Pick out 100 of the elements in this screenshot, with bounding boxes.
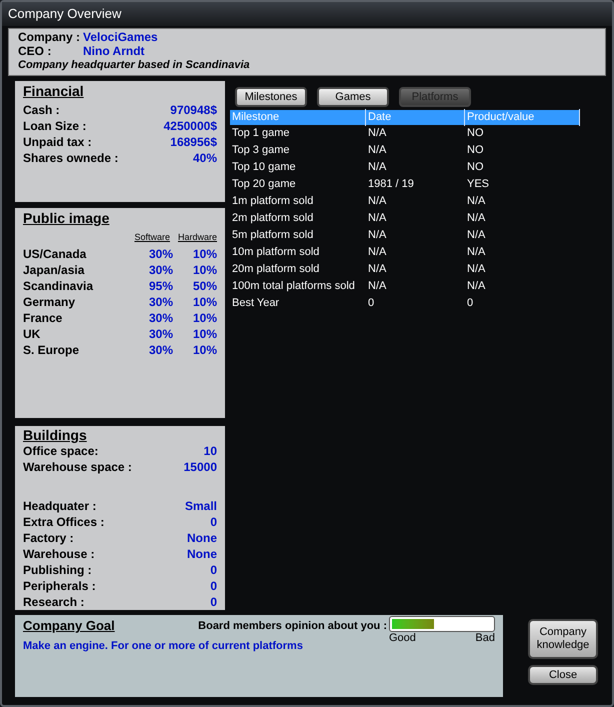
button[interactable]: Company knowledge [528,619,598,659]
software-value: 30% [148,246,173,262]
table-cell-text: N/A [466,194,486,210]
region-label: Japan/asia [23,262,86,278]
table-cell-text: N/A [367,194,388,210]
section-title: Financial [23,82,84,100]
region-label: Scandinavia [23,278,94,294]
field-value: 168956$ [170,134,217,150]
table-cell-text: YES [466,177,490,192]
headquarter-note: Company headquarter based in Scandinavia [18,58,251,72]
software-value: 30% [148,310,173,326]
field-label: Research : [23,594,84,610]
hardware-value: 10% [192,262,217,278]
tab[interactable]: Games [317,87,389,107]
field-label: Peripherals : [23,578,96,594]
table-cell-text: N/A [367,245,388,260]
field-label: Company : [18,30,82,44]
table-cell-text: 1m platform sold [231,194,314,210]
field-label: Unpaid tax : [23,134,92,150]
field-value: 10 [204,443,217,459]
section-title: Buildings [23,427,87,443]
table-cell-text: Best Year [231,296,280,312]
table-cell-text: N/A [367,160,388,176]
table-cell-text: N/A [367,143,388,158]
table-cell-text: 0 [466,296,474,312]
column-header: Product/value [465,109,580,126]
table-cell-text: N/A [367,279,388,294]
opinion-label: Board members opinion about you : [198,619,387,634]
field-label: Warehouse space : [23,459,132,475]
field-value: 0 [210,578,217,594]
field-value: Small [184,498,217,514]
field-value: 0 [210,514,217,530]
field-value: 970948$ [170,102,217,118]
software-value: 30% [148,326,173,342]
goal-text: Make an engine. For one or more of current platforms [23,639,304,654]
table-cell-text: 20m platform sold [231,262,320,278]
hardware-value: 10% [192,294,217,310]
table-cell-text: 10m platform sold [231,245,320,260]
table-cell-text: Top 10 game [231,160,297,176]
table-cell-text: 0 [367,296,376,312]
field-label: Shares ownede : [23,150,118,166]
table-cell-text: 2m platform sold [231,211,314,226]
table-cell-text: NO [466,126,484,142]
region-label: UK [23,326,42,342]
section-title: Public image [23,209,110,227]
table-cell-text: N/A [466,211,486,226]
column-header: Software [134,231,170,244]
field-value: None [187,546,217,562]
table-cell-text: N/A [367,211,388,226]
table-cell-text: N/A [466,228,486,244]
table-cell-text: N/A [367,228,388,244]
tab[interactable]: Milestones [235,87,307,107]
column-header: Milestone [230,109,366,126]
table-cell-text: N/A [466,279,486,294]
field-label: Cash : [23,102,60,118]
column-header: Hardware [178,231,217,244]
scale-label: Bad [475,632,495,644]
region-label: S. Europe [23,342,80,358]
window-title: Company Overview [8,5,122,24]
field-value: 0 [210,594,217,610]
table-cell-text: NO [466,160,484,176]
field-value: 4250000$ [164,118,217,134]
scale-label: Good [389,632,416,644]
field-label: CEO : [18,44,52,58]
field-label: Headquater : [23,498,96,514]
table-cell-text: Top 1 game [231,126,290,142]
region-label: US/Canada [23,246,88,262]
field-value: 15000 [184,459,217,475]
button[interactable]: Close [528,665,598,685]
hardware-value: 10% [192,310,217,326]
field-value: None [187,530,217,546]
software-value: 30% [148,262,173,278]
hardware-value: 10% [192,246,217,262]
ceo-name: Nino Arndt [83,44,145,58]
field-label: Loan Size : [23,118,86,134]
table-cell-text: N/A [367,262,388,278]
region-label: Germany [23,294,76,310]
software-value: 30% [148,342,173,358]
hardware-value: 10% [192,342,217,358]
table-cell-text: 100m total platforms sold [231,279,356,294]
software-value: 30% [148,294,173,310]
company-name: VelociGames [83,30,158,44]
field-label: Office space: [23,443,98,459]
field-value: 40% [192,150,217,166]
field-label: Publishing : [23,562,92,578]
table-cell-text: Top 20 game [231,177,297,192]
table-cell-text: 1981 / 19 [367,177,415,192]
region-label: France [23,310,64,326]
table-cell-text: N/A [466,245,486,260]
table-cell-text: N/A [367,126,388,142]
table-cell-text: NO [466,143,484,158]
field-label: Extra Offices : [23,514,104,530]
hardware-value: 50% [192,278,217,294]
table-cell-text: 5m platform sold [231,228,314,244]
field-label: Factory : [23,530,74,546]
field-label: Warehouse : [23,546,95,562]
column-header: Date [366,109,465,126]
table-cell-text: Top 3 game [231,143,290,158]
field-value: 0 [210,562,217,578]
table-cell-text: N/A [466,262,486,278]
